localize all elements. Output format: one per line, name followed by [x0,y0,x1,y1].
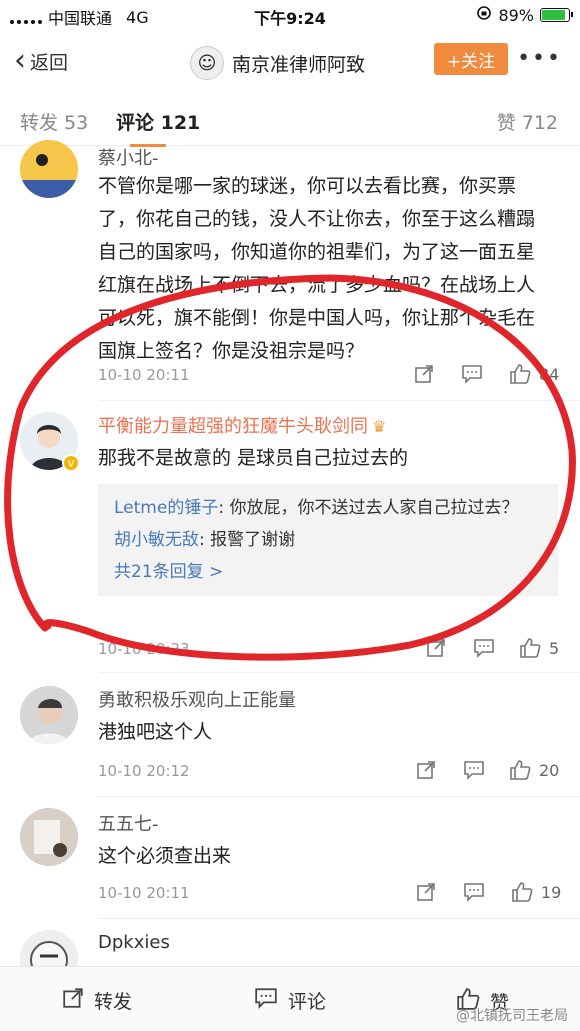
comment-icon[interactable] [462,880,486,904]
reply-text: : 你放屁，你不送过去人家自己拉过去？ [218,498,519,518]
repost-label: 转发 [94,991,133,1013]
reply-item: Letme的锤子: 你放屁，你不送过去人家自己拉过去？ [114,492,542,524]
comment-button[interactable]: 评论 [254,987,326,1014]
reply-text: : 报警了谢谢 [199,530,296,550]
like-count: 20 [539,761,560,780]
like-count: 19 [541,883,562,902]
divider [98,400,580,401]
share-icon[interactable] [412,362,436,386]
comment-meta: 10-10 20:11 84 [98,362,560,388]
comment-icon [254,987,278,1014]
verified-badge-icon: v [62,454,80,472]
comment-username[interactable]: Dpkxies [98,932,170,953]
like-icon[interactable] [510,880,534,904]
like-icon[interactable] [508,362,532,386]
avatar[interactable] [20,140,78,198]
tab-likes[interactable]: 赞 712 [497,108,558,135]
tab-bar: 转发 53 评论 121 赞 712 [0,100,580,147]
tab-comments[interactable]: 评论 121 [116,108,200,147]
back-button[interactable]: ‹ 返回 [14,46,68,76]
bottom-action-bar: 转发 评论 赞 @北镇抚司王老局 [0,966,580,1031]
nav-title[interactable]: ☺ 南京准律师阿致 [190,46,365,80]
comment-username[interactable]: 勇敢积极乐观向上正能量 [98,686,296,712]
comment-text: 那我不是故意的 是球员自己拉过去的 [98,447,409,469]
share-icon[interactable] [424,636,448,660]
like-icon[interactable] [508,758,532,782]
reply-username[interactable]: 胡小敏无敌 [114,530,199,550]
comment-icon[interactable] [472,636,496,660]
comment-meta: 10-10 20:11 19 [98,880,562,906]
divider [98,672,580,673]
comment-username[interactable]: 五五七- [98,810,159,836]
comment-time: 10-10 20:23 [98,640,190,658]
comment-username[interactable]: 蔡小北- [98,144,159,170]
back-label: 返回 [30,51,69,74]
divider [98,796,580,797]
tab-repost[interactable]: 转发 53 [20,108,88,135]
orientation-lock-icon [476,5,492,25]
comment-time: 10-10 20:12 [98,762,190,780]
like-icon[interactable] [518,636,542,660]
nav-bar: ‹ 返回 ☺ 南京准律师阿致 +关注 ••• [0,36,580,86]
avatar: ☺ [190,46,224,80]
reply-box[interactable]: Letme的锤子: 你放屁，你不送过去人家自己拉过去？ 胡小敏无敌: 报警了谢谢… [98,484,558,596]
reply-username[interactable]: Letme的锤子 [114,498,218,518]
comment-text: 不管你是哪一家的球迷，你可以去看比赛，你买票了，你花自己的钱，没人不让你去，你至… [98,175,536,362]
comment-icon[interactable] [460,362,484,386]
battery-percent: 89% [498,5,534,25]
repost-icon [62,987,84,1014]
vip-username-label: 平衡能力量超强的狂魔牛头耿剑同 [98,416,368,437]
comment-text: 这个必须查出来 [98,845,232,867]
comment-text: 港独吧这个人 [98,721,213,743]
comment-time: 10-10 20:11 [98,884,190,902]
share-icon[interactable] [414,880,438,904]
comment-username[interactable]: 平衡能力量超强的狂魔牛头耿剑同 ♛ [98,412,386,438]
more-icon[interactable]: ••• [517,46,562,71]
battery-icon [540,8,573,22]
share-icon[interactable] [414,758,438,782]
more-replies-link[interactable]: 共21条回复 > [114,556,542,588]
comment-meta: 10-10 20:12 20 [98,758,560,784]
repost-button[interactable]: 转发 [62,987,132,1014]
avatar[interactable] [20,808,78,866]
comment-meta: 10-10 20:23 5 [98,636,560,662]
like-count: 5 [549,639,560,658]
watermark: @北镇抚司王老局 [456,1008,568,1024]
comment-time: 10-10 20:11 [98,366,190,384]
comment-label: 评论 [288,991,327,1013]
reply-item: 胡小敏无敌: 报警了谢谢 [114,524,542,556]
crown-icon: ♛ [372,417,387,436]
divider [98,918,580,919]
comment-icon[interactable] [462,758,486,782]
chevron-left-icon: ‹ [14,43,26,78]
follow-button[interactable]: +关注 [434,43,508,75]
avatar[interactable] [20,686,78,744]
status-bar: 中国联通 4G 下午9:24 89% [0,0,580,30]
account-name: 南京准律师阿致 [232,53,366,76]
like-count: 84 [539,365,560,384]
